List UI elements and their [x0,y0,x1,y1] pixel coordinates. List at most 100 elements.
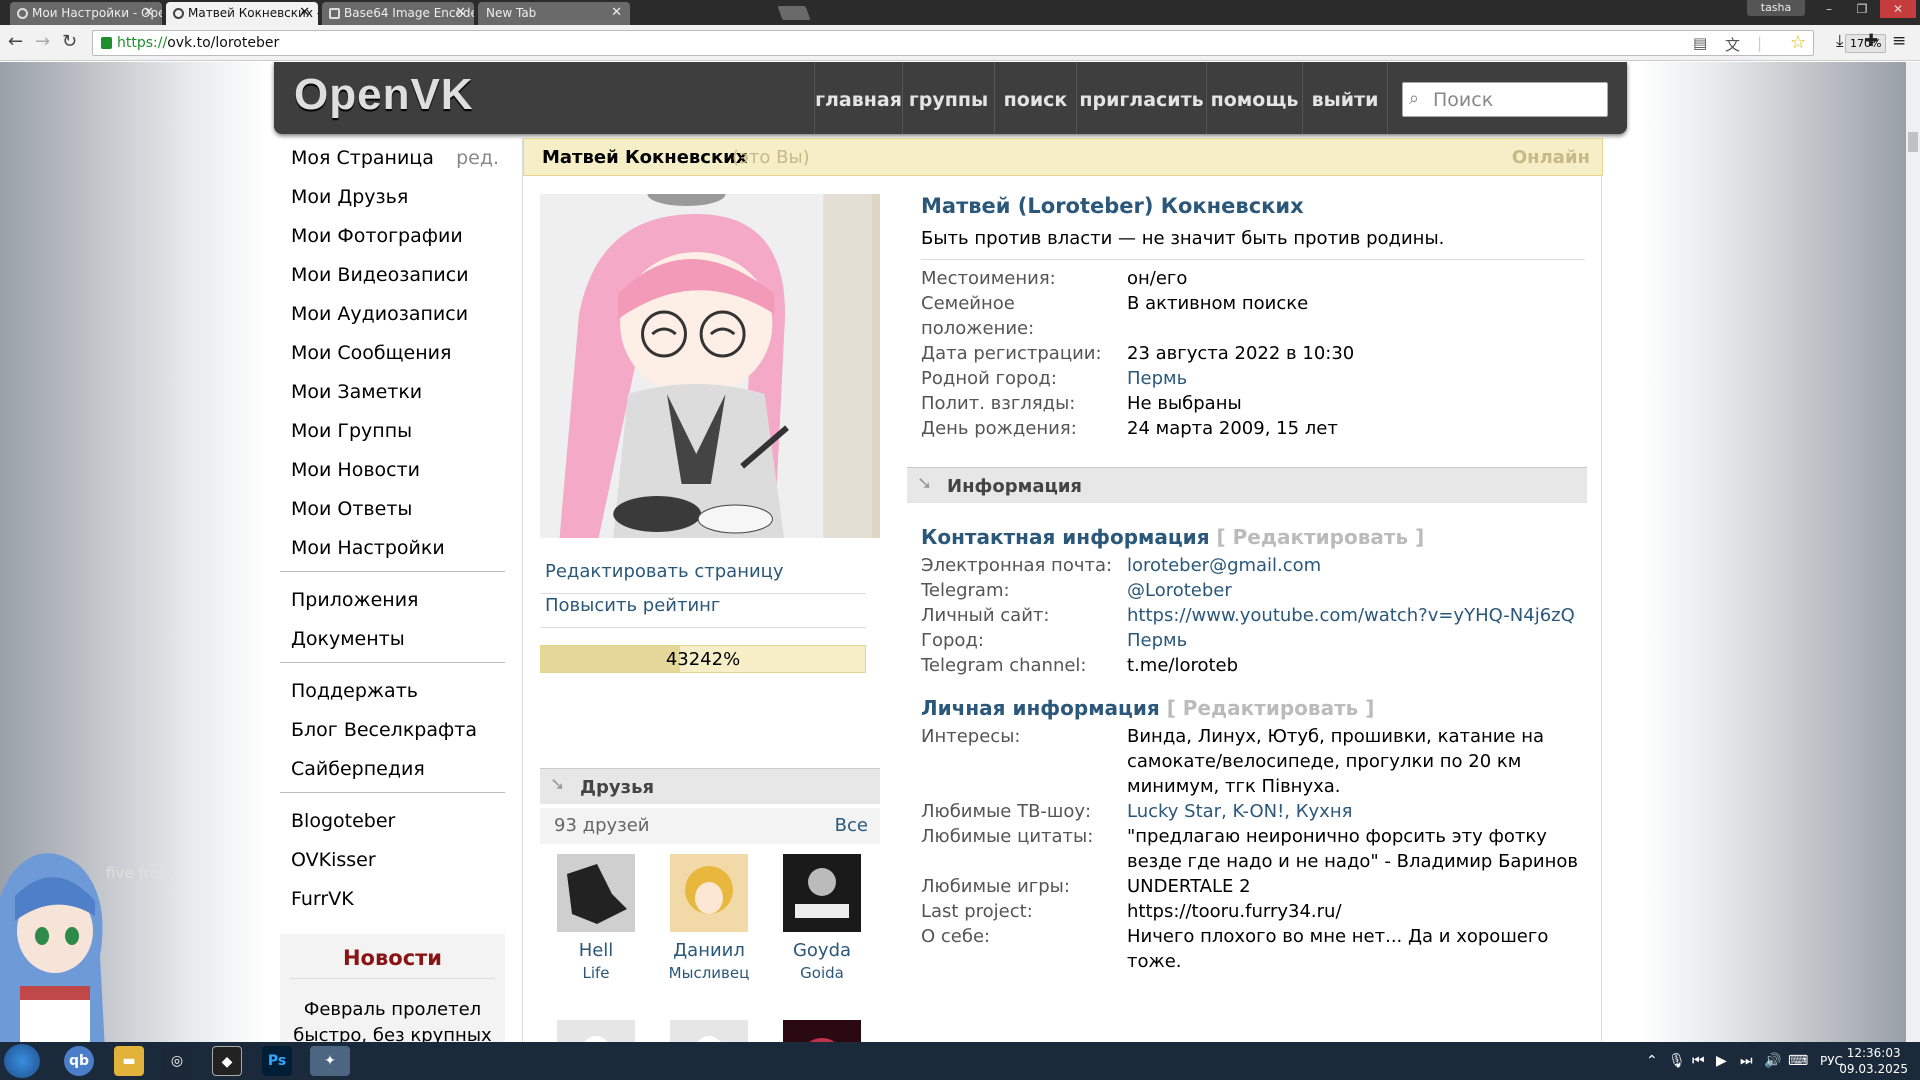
edit-page-link[interactable]: Редактировать страницу [545,561,784,582]
sidebar-edit-link[interactable]: ред. [456,142,499,174]
friend-card[interactable]: Goyda Goida [767,854,877,984]
microphone-icon[interactable]: 🎙 [1668,1053,1686,1069]
friend-last-name[interactable]: Мысливец [654,962,764,984]
info-section-header[interactable]: ➘ Информация [907,467,1587,503]
friend-avatar[interactable] [557,854,635,932]
forward-icon[interactable]: → [35,31,50,52]
sidebar-link[interactable]: Мои Фотографии [280,220,505,259]
sidebar-link[interactable]: Мои Настройки [280,532,505,571]
sidebar-link[interactable]: Мои Видеозаписи [280,259,505,298]
news-title[interactable]: Новости [290,946,495,979]
close-tab-icon[interactable]: ✕ [299,5,310,20]
close-tab-icon[interactable]: ✕ [611,5,622,20]
info-value[interactable]: https://www.youtube.com/watch?v=yYHQ-N4j… [1127,603,1585,628]
extensions-puzzle-icon[interactable]: ✚ [1864,31,1878,51]
address-bar[interactable]: https://ovk.to/loroteber ▤ 文 | 170% ☆ [92,30,1887,56]
translate-icon[interactable]: 文 [1725,34,1740,55]
friend-last-name[interactable]: Life [541,962,651,984]
minimize-icon[interactable]: – [1813,0,1845,18]
close-tab-icon[interactable]: ✕ [143,5,154,20]
info-value[interactable]: loroteber@gmail.com [1127,553,1585,578]
bookmark-star-icon[interactable]: ☆ [1790,32,1806,53]
media-play-icon[interactable]: ▶ [1716,1053,1727,1069]
tab-new[interactable]: New Tab ✕ [478,2,630,25]
volume-icon[interactable]: 🔊 [1764,1053,1781,1069]
sidebar-link[interactable]: Blogoteber [280,805,505,844]
friend-card[interactable]: Hell Life [541,854,651,984]
profile-avatar[interactable] [540,194,880,538]
sidebar-link[interactable]: Мои Ответы [280,493,505,532]
sidebar-link[interactable]: Документы [280,623,505,662]
page-scrollbar[interactable] [1906,62,1920,1042]
tab-base64[interactable]: Base64 Image Encoder ✕ [322,2,474,25]
friends-section-header[interactable]: ➘ Друзья [540,768,880,804]
tab-settings[interactable]: Мои Настройки - OpenVK ✕ [10,2,162,25]
sidebar-link[interactable]: Моя Страница ред. [280,142,505,181]
friend-avatar-placeholder[interactable] [670,1020,748,1042]
scrollbar-thumb[interactable] [1908,132,1918,152]
close-window-icon[interactable]: ✕ [1880,0,1916,18]
friend-card[interactable] [654,1020,764,1042]
system-clock[interactable]: 12:36:03 09.03.2025 [1839,1045,1908,1077]
menu-search[interactable]: поиск [994,62,1076,134]
sidebar-link[interactable]: Приложения [280,584,505,623]
qbittorrent-icon[interactable]: qb [64,1046,94,1076]
close-tab-icon[interactable]: ✕ [455,5,466,20]
friend-avatar[interactable] [783,1020,861,1042]
file-explorer-icon[interactable]: ▬ [114,1046,144,1076]
reader-mode-icon[interactable]: ▤ [1693,34,1707,52]
friend-first-name[interactable]: Hell [541,940,651,962]
friend-card[interactable] [541,1020,651,1042]
sidebar-link[interactable]: OVKisser [280,844,505,883]
info-value[interactable]: Пермь [1127,366,1585,391]
profile-status[interactable]: Быть против власти — не значит быть прот… [921,228,1585,260]
menu-invite[interactable]: пригласить [1076,62,1206,134]
back-icon[interactable]: ← [8,31,23,52]
openvk-logo[interactable]: OpenVK [294,70,474,120]
menu-home[interactable]: главная [814,62,902,134]
sidebar-link[interactable]: Блог Веселкрафта [280,714,505,753]
info-value[interactable]: Пермь [1127,628,1585,653]
menu-groups[interactable]: группы [902,62,994,134]
media-next-icon[interactable]: ⏭ [1740,1053,1753,1069]
sidebar-link[interactable]: FurrVK [280,883,505,922]
sidebar-link[interactable]: Сайберпедия [280,753,505,792]
sidebar-link[interactable]: Мои Группы [280,415,505,454]
friend-card[interactable] [767,1020,877,1042]
edit-contact-link[interactable]: [ Редактировать ] [1217,525,1425,549]
boost-rating-link[interactable]: Повысить рейтинг [545,595,720,616]
tab-profile[interactable]: Матвей Кокневских - Ope ✕ [166,2,318,25]
steam-icon[interactable]: ◎ [162,1046,192,1076]
new-tab-button[interactable] [777,6,811,20]
sidebar-link[interactable]: Мои Новости [280,454,505,493]
site-search-input[interactable]: ⌕ Поиск [1402,82,1608,117]
sidebar-link[interactable]: Мои Аудиозаписи [280,298,505,337]
sidebar-link[interactable]: Мои Друзья [280,181,505,220]
reload-icon[interactable]: ↻ [62,31,77,52]
friend-avatar[interactable] [670,854,748,932]
start-button-icon[interactable] [4,1044,40,1078]
keyboard-icon[interactable]: ⌨ [1788,1053,1808,1069]
menu-logout[interactable]: выйти [1302,62,1388,134]
media-prev-icon[interactable]: ⏮ [1692,1053,1705,1069]
sidebar-link[interactable]: Мои Заметки [280,376,505,415]
friend-first-name[interactable]: Даниил [654,940,764,962]
friend-first-name[interactable]: Goyda [767,940,877,962]
menu-hamburger-icon[interactable]: ≡ [1892,31,1906,51]
tray-expand-icon[interactable]: ⌃ [1646,1053,1658,1069]
menu-help[interactable]: помощь [1206,62,1302,134]
edit-personal-link[interactable]: [ Редактировать ] [1167,696,1375,720]
browser-taskbar-icon[interactable]: ✦ [310,1046,350,1076]
friend-last-name[interactable]: Goida [767,962,877,984]
friend-card[interactable]: Даниил Мысливец [654,854,764,984]
restore-icon[interactable]: ❐ [1846,0,1878,18]
friend-avatar-placeholder[interactable] [557,1020,635,1042]
friends-all-link[interactable]: Все [835,815,868,836]
info-value[interactable]: Lucky Star, K-ON!, Кухня [1127,799,1585,824]
app-launcher-icon[interactable]: ◆ [212,1046,242,1076]
profile-user-badge[interactable]: tasha [1747,0,1805,16]
friend-avatar[interactable] [783,854,861,932]
sidebar-link[interactable]: Мои Сообщения [280,337,505,376]
info-value[interactable]: @Loroteber [1127,578,1585,603]
sidebar-link[interactable]: Поддержать [280,675,505,714]
